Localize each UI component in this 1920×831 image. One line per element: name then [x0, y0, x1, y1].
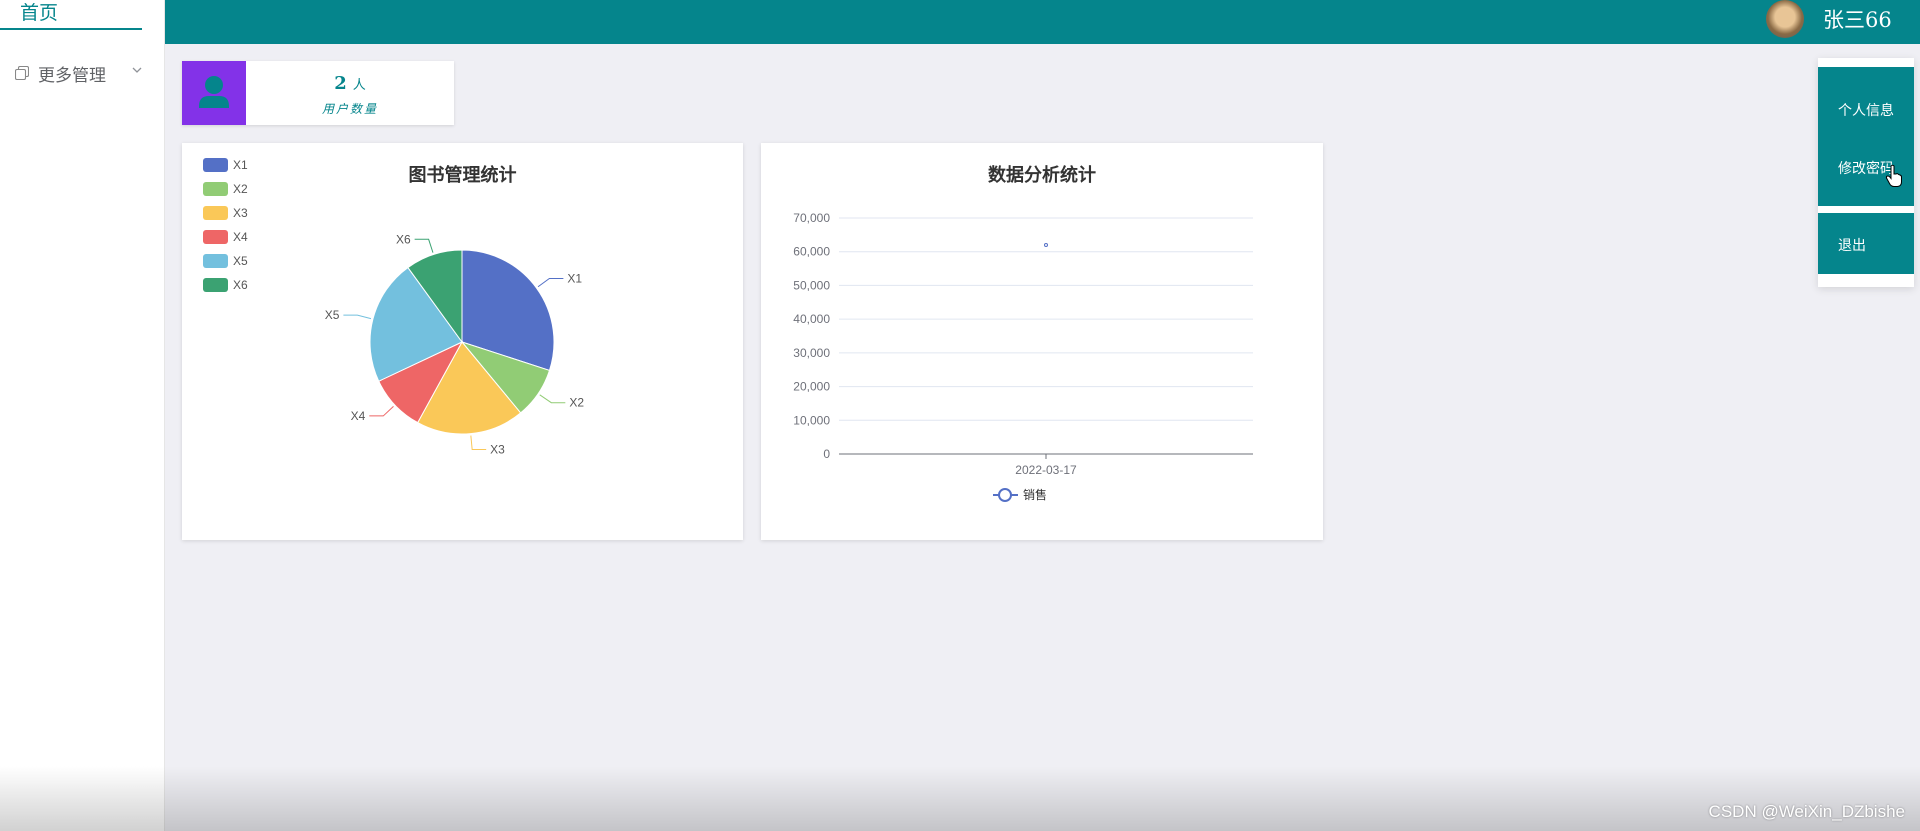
- pie-slice-label: X3: [490, 443, 505, 457]
- x-tick-label: 2022-03-17: [1015, 463, 1077, 477]
- y-tick-label: 20,000: [793, 380, 830, 394]
- pie-slice-label: X5: [325, 308, 340, 322]
- pie-label-line: [414, 238, 434, 253]
- legend-swatch: [203, 182, 228, 196]
- user-count-value: 2: [334, 73, 347, 94]
- data-analysis-chart-card: 数据分析统计 0 10,000 20,000 30,000 40,000 50,000 60…: [761, 143, 1323, 540]
- menu-item-profile[interactable]: 个人信息: [1818, 67, 1914, 129]
- legend-swatch: [203, 278, 228, 292]
- user-count: 2人: [246, 73, 454, 94]
- user-count-label: 用户数量: [321, 102, 378, 116]
- sidebar: 首页 更多管理: [0, 0, 165, 831]
- pie-slice-label: X6: [396, 232, 411, 246]
- user-icon: [182, 61, 246, 125]
- legend-label: X4: [233, 230, 248, 244]
- pie-label-line: [343, 314, 372, 320]
- sidebar-item-home[interactable]: 首页: [0, 0, 142, 30]
- y-tick-label: 30,000: [793, 346, 830, 360]
- legend-label: X1: [233, 158, 248, 172]
- y-tick-label: 10,000: [793, 413, 830, 427]
- y-tick-label: 0: [823, 447, 830, 461]
- sidebar-item-label: 更多管理: [38, 65, 106, 85]
- y-tick-label: 60,000: [793, 245, 830, 259]
- pie-label-line: [539, 394, 566, 404]
- pie-slice-label: X2: [569, 396, 584, 410]
- legend-label: X3: [233, 206, 248, 220]
- legend-label: 销售: [1023, 487, 1047, 502]
- pie-label-line: [537, 278, 564, 288]
- legend-label: X6: [233, 278, 248, 292]
- watermark: CSDN @WeiXin_DZbishe: [1708, 802, 1905, 821]
- pie-slice-label: X4: [351, 409, 366, 423]
- pie-slice-label: X1: [567, 272, 582, 286]
- legend-label: X5: [233, 254, 248, 268]
- pie-label-line: [470, 435, 487, 451]
- copy-icon: [15, 66, 29, 80]
- y-tick-label: 70,000: [793, 211, 830, 225]
- chevron-down-icon: [132, 67, 142, 73]
- book-stats-chart-card: 图书管理统计 X1 X2 X3 X4 X5 X6 X1 X2 X3 X4 X5 X6: [182, 143, 743, 540]
- legend-swatch: [203, 206, 228, 220]
- username[interactable]: 张三66: [1823, 4, 1892, 34]
- y-tick-label: 40,000: [793, 312, 830, 326]
- user-count-card: 2人 用户数量: [182, 61, 454, 125]
- legend-swatch: [203, 158, 228, 172]
- top-header: [165, 0, 1920, 44]
- user-avatar[interactable]: [1766, 0, 1804, 38]
- legend-swatch: [203, 230, 228, 244]
- y-tick-label: 50,000: [793, 278, 830, 292]
- sidebar-item-more-management[interactable]: 更多管理: [0, 58, 164, 88]
- legend-swatch: [203, 254, 228, 268]
- user-count-unit: 人: [352, 78, 366, 93]
- hand-cursor-icon: [1885, 164, 1902, 187]
- pie-label-line: [369, 405, 394, 417]
- bottom-shade: [0, 766, 1920, 831]
- line-data-point: [1044, 242, 1048, 247]
- line-chart: 0 10,000 20,000 30,000 40,000 50,000 60,000 70,…: [793, 211, 1253, 502]
- pie-chart: X1 X2 X3 X4 X5 X6 X1 X2 X3 X4 X5 X6: [203, 158, 584, 457]
- legend-label: X2: [233, 182, 248, 196]
- menu-item-logout[interactable]: 退出: [1818, 213, 1914, 274]
- legend-marker: [998, 488, 1012, 502]
